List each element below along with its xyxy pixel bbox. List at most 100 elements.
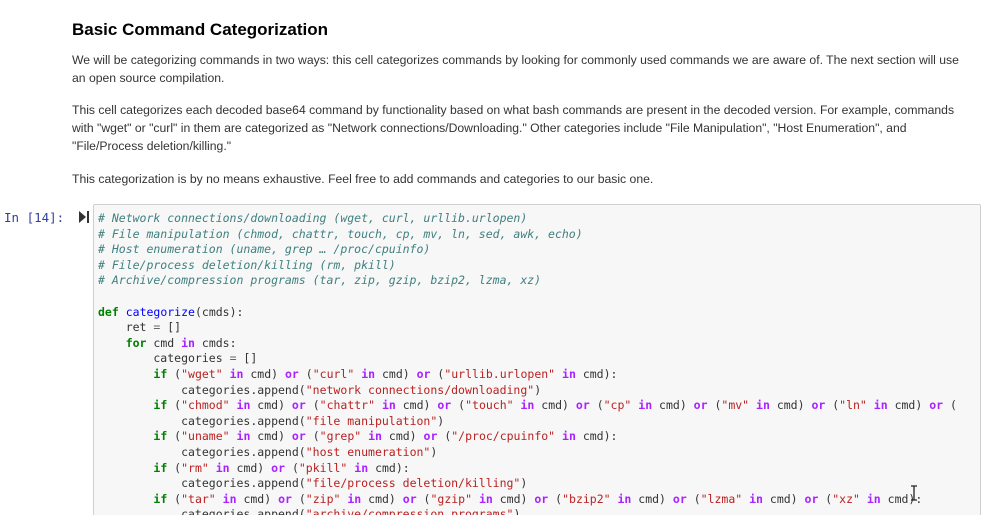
code-token: ( [291,491,306,506]
code-line: categories.append("file/process deletion… [98,476,957,492]
code-token: "cp" [603,398,632,413]
code-line: categories = [] [98,351,957,367]
code-token: cmd) [361,491,403,506]
code-token: "bzip2" [562,491,611,506]
code-token: or [402,491,417,506]
code-token: in [347,491,362,506]
code-token: if [153,460,168,475]
code-token: "grep" [319,429,362,444]
code-token: ( [437,429,452,444]
code-token: categorize [125,304,195,319]
code-token: for [125,335,147,350]
code-token: def [98,304,119,319]
code-token: cmd) [762,491,805,506]
code-editor[interactable]: # Network connections/downloading (wget,… [93,204,981,515]
code-token: "host enumeration" [305,444,431,459]
code-token: if [153,398,168,413]
code-token: "xz" [832,491,860,506]
run-cell-icon[interactable] [78,211,90,223]
code-token: cmd): [368,460,410,475]
code-token: in [478,491,493,506]
code-token: or [534,491,549,506]
code-token: [] [160,320,182,335]
code-token: ( [548,491,563,506]
code-token: cmd) [236,491,279,506]
code-token: in [181,335,195,350]
code-token: cmd) [652,398,694,413]
code-token: or [575,398,590,413]
code-token: in [361,366,376,381]
code-line: ret = [] [98,320,957,336]
code-token: cmd) [395,398,438,413]
code-token: ) [430,444,438,459]
code-line: categories.append("archive/compression p… [98,507,957,515]
code-token: ( [589,398,604,413]
code-token: in [215,460,230,475]
code-token: # Host enumeration (uname, grep … /proc/… [98,242,431,257]
code-token: if [153,491,168,506]
code-token: ( [298,366,313,381]
code-token: in [562,429,576,444]
code-token: ret [98,320,154,335]
code-token: in [638,398,653,413]
code-token: in [229,366,244,381]
code-token: ( [285,460,299,475]
code-token: "ln" [839,398,867,413]
code-token: cmd) [250,429,292,444]
code-token: "curl" [312,366,355,381]
code-token: in [749,491,763,506]
code-token: in [617,491,632,506]
code-token: "wget" [181,366,223,381]
code-token: cmd) [631,491,673,506]
code-token: or [285,366,299,381]
code-token: ( [707,398,722,413]
code-token: "rm" [181,460,209,475]
input-prompt: In [14]: [4,210,65,225]
code-token: "pkill" [298,460,348,475]
code-line: def categorize(cmds): [98,305,957,321]
code-token: "chattr" [319,398,376,413]
paragraph-intro: We will be categorizing commands in two … [72,53,959,85]
code-token: ( [686,491,701,506]
code-token: or [672,491,687,506]
code-token: "lzma" [700,491,743,506]
code-line: categories.append("network connections/d… [98,383,957,399]
code-token: # File/process deletion/killing (rm, pki… [98,257,396,272]
code-token: ) [437,413,445,428]
code-token: if [153,366,168,381]
code-token: or [278,491,292,506]
code-content[interactable]: # Network connections/downloading (wget,… [98,211,957,515]
code-token: in [562,366,576,381]
code-token: (cmds): [194,304,244,319]
code-line: # Archive/compression programs (tar, zip… [98,273,957,289]
code-line: # Network connections/downloading (wget,… [98,211,957,227]
code-token: "zip" [305,491,341,506]
code-token: ) [534,382,542,397]
code-token: cmd) [243,366,285,381]
code-token: ( [305,429,320,444]
code-token: in [756,398,770,413]
code-token: cmd) [381,429,424,444]
code-token: "touch" [465,398,514,413]
code-token: in [866,491,881,506]
code-token: "archive/compression programs" [305,507,514,515]
code-token: if [153,429,168,444]
code-token: in [236,429,251,444]
code-token: "chmod" [181,398,230,413]
code-token: "urllib.urlopen" [444,366,556,381]
code-token: "mv" [721,398,750,413]
code-token: in [236,398,251,413]
code-token: cmd [146,335,182,350]
